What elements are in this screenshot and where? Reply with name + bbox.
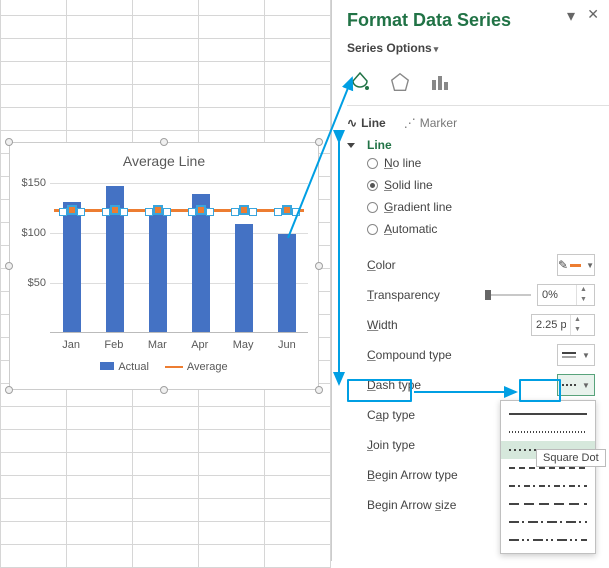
tab-line[interactable]: ∿ Line: [347, 116, 386, 130]
prop-compound-type: Compound type ▼: [367, 340, 595, 370]
transparency-input[interactable]: [538, 289, 576, 301]
radio-gradient-line[interactable]: Gradient line: [367, 196, 595, 218]
compound-type-button[interactable]: ▼: [557, 344, 595, 366]
dash-option-round-dot[interactable]: [501, 423, 595, 441]
width-spinner[interactable]: ▲▼: [531, 314, 595, 336]
dash-option-long-dash[interactable]: [501, 495, 595, 513]
chevron-down-icon: ▼: [582, 351, 590, 360]
tab-marker[interactable]: ⋰ Marker: [404, 116, 457, 130]
resize-handle[interactable]: [315, 138, 323, 146]
dash-type-dropdown: [500, 400, 596, 554]
chevron-down-icon: ▾: [434, 44, 439, 54]
panel-title: Format Data Series: [347, 10, 595, 31]
section-label: Line: [367, 138, 392, 152]
radio-icon: [367, 180, 378, 191]
spinner-buttons[interactable]: ▲▼: [570, 315, 584, 335]
spinner-buttons[interactable]: ▲▼: [576, 285, 590, 305]
line-marker-tabs: ∿ Line ⋰ Marker: [347, 116, 595, 130]
width-input[interactable]: [532, 319, 570, 331]
resize-handle[interactable]: [160, 138, 168, 146]
resize-handle[interactable]: [315, 386, 323, 394]
panel-category-icons: [347, 69, 595, 95]
tab-label: Line: [361, 116, 386, 130]
radio-label: olid line: [392, 178, 433, 192]
chart-x-axis: JanFebMarAprMayJun: [50, 339, 308, 351]
series-options-label: Series Options: [347, 41, 432, 55]
dash-sample-icon: [562, 384, 576, 386]
legend-label: Actual: [118, 361, 149, 373]
dash-option-dash-dot[interactable]: [501, 477, 595, 495]
radio-automatic[interactable]: Automatic: [367, 218, 595, 240]
marker-tab-icon: ⋰: [404, 116, 416, 130]
dash-option-long-dash-dot-dot[interactable]: [501, 531, 595, 549]
transparency-slider[interactable]: [485, 288, 531, 302]
radio-label: o line: [393, 156, 422, 170]
dash-option-solid[interactable]: [501, 405, 595, 423]
resize-handle[interactable]: [160, 386, 168, 394]
resize-handle[interactable]: [5, 262, 13, 270]
highlight-dash-type-button: [519, 379, 561, 402]
spreadsheet-area[interactable]: Average Line $50$100$150 JanFebMarAprMay…: [0, 0, 332, 561]
line-radio-group: No line Solid line Gradient line Automat…: [367, 152, 595, 240]
radio-no-line[interactable]: No line: [367, 152, 595, 174]
pen-icon: ✎: [558, 258, 568, 272]
radio-icon: [367, 224, 378, 235]
resize-handle[interactable]: [5, 138, 13, 146]
series-options-icon[interactable]: [427, 69, 453, 95]
radio-icon: [367, 158, 378, 169]
color-picker-button[interactable]: ✎▼: [557, 254, 595, 276]
radio-label: radient line: [393, 200, 452, 214]
prop-width: Width ▲▼: [367, 310, 595, 340]
panel-close-icon[interactable]: ✕: [587, 6, 599, 23]
panel-menu-dropdown-icon[interactable]: ▾: [567, 6, 575, 26]
color-swatch-icon: [570, 264, 581, 267]
effects-icon[interactable]: [387, 69, 413, 95]
transparency-spinner[interactable]: ▲▼: [537, 284, 595, 306]
prop-color: Color ✎▼: [367, 250, 595, 280]
tab-label: Marker: [420, 116, 457, 130]
fill-line-icon[interactable]: [347, 69, 373, 95]
dash-option-long-dash-dot[interactable]: [501, 513, 595, 531]
chart-title[interactable]: Average Line: [10, 143, 318, 173]
legend-swatch-icon: [100, 362, 114, 370]
prop-transparency: Transparency ▲▼: [367, 280, 595, 310]
legend-label: Average: [187, 361, 228, 373]
collapse-arrow-icon: [347, 143, 355, 148]
line-section-header[interactable]: Line: [347, 138, 595, 152]
series-options-dropdown[interactable]: Series Options▾: [347, 41, 595, 55]
radio-label: utomatic: [392, 222, 437, 236]
resize-handle[interactable]: [315, 262, 323, 270]
radio-icon: [367, 202, 378, 213]
chart-object[interactable]: Average Line $50$100$150 JanFebMarAprMay…: [9, 142, 319, 390]
dash-type-button[interactable]: ▼: [557, 374, 595, 396]
highlight-dash-type-label: [347, 379, 412, 402]
resize-handle[interactable]: [5, 386, 13, 394]
radio-solid-line[interactable]: Solid line: [367, 174, 595, 196]
chevron-down-icon: ▼: [582, 381, 590, 390]
line-tab-icon: ∿: [347, 116, 357, 130]
tooltip-square-dot: Square Dot: [536, 449, 606, 467]
chart-plot-area[interactable]: $50$100$150: [50, 173, 308, 333]
legend-item-average[interactable]: Average: [165, 361, 228, 373]
divider: [347, 105, 609, 106]
legend-item-actual[interactable]: Actual: [100, 361, 149, 373]
legend-line-icon: [165, 366, 183, 368]
chevron-down-icon: ▼: [586, 261, 594, 270]
chart-legend[interactable]: Actual Average: [10, 361, 318, 373]
